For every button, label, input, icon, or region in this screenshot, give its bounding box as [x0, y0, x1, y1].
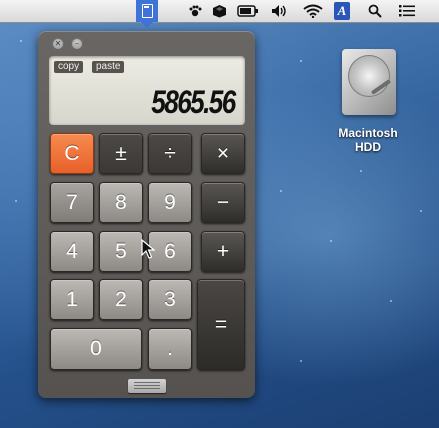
star [15, 200, 17, 202]
digit-9-button[interactable]: 9 [148, 182, 192, 223]
minimize-icon: – [75, 39, 79, 48]
clear-button[interactable]: C [50, 133, 94, 174]
calculator-display: copy paste 5865.56 [49, 56, 245, 125]
star [420, 210, 422, 212]
mouse-pointer-icon [141, 239, 155, 259]
calculator-window: ✕ – copy paste 5865.56 C ± ÷ × 7 8 9 − 4… [38, 31, 255, 398]
minimize-button[interactable]: – [71, 38, 83, 50]
close-button[interactable]: ✕ [52, 38, 64, 50]
plus-button[interactable]: + [201, 231, 245, 272]
digit-5-button[interactable]: 5 [99, 231, 143, 272]
menu-bar: A [0, 0, 439, 23]
star [360, 170, 362, 172]
decimal-button[interactable]: . [148, 328, 192, 370]
digit-1-button[interactable]: 1 [50, 279, 94, 320]
star [330, 240, 332, 242]
star [300, 360, 302, 362]
plus-minus-button[interactable]: ± [99, 133, 143, 174]
star [20, 40, 22, 42]
list-icon[interactable] [397, 2, 417, 20]
hard-drive-label-line2: HDD [355, 140, 381, 154]
paw-icon[interactable] [186, 2, 204, 20]
divide-button[interactable]: ÷ [148, 133, 192, 174]
display-value: 5865.56 [151, 84, 237, 120]
paste-button[interactable]: paste [92, 61, 125, 73]
equals-button[interactable]: = [197, 279, 245, 370]
hard-drive-label-line1: Macintosh [338, 126, 398, 140]
close-icon: ✕ [54, 39, 62, 48]
star [280, 190, 282, 192]
wifi-icon[interactable] [302, 2, 324, 20]
text-input-letter: A [337, 3, 347, 18]
digit-8-button[interactable]: 8 [99, 182, 143, 223]
calculator-icon[interactable] [136, 0, 158, 22]
hard-drive-label[interactable]: Macintosh HDD [322, 126, 414, 154]
digit-7-button[interactable]: 7 [50, 182, 94, 223]
resize-handle[interactable] [128, 379, 166, 393]
box-icon[interactable] [210, 2, 228, 20]
volume-icon[interactable] [270, 2, 290, 20]
digit-2-button[interactable]: 2 [99, 279, 143, 320]
digit-0-button[interactable]: 0 [50, 328, 142, 370]
copy-button[interactable]: copy [54, 61, 84, 73]
minus-button[interactable]: − [201, 182, 245, 223]
popover-caret [141, 22, 153, 28]
digit-4-button[interactable]: 4 [50, 231, 94, 272]
battery-icon[interactable] [236, 2, 260, 20]
digit-3-button[interactable]: 3 [148, 279, 192, 320]
star [390, 300, 392, 302]
search-icon[interactable] [366, 2, 384, 20]
text-input-icon[interactable]: A [334, 2, 350, 20]
star [300, 60, 302, 62]
multiply-button[interactable]: × [201, 133, 245, 174]
hard-drive-icon[interactable] [338, 47, 400, 119]
